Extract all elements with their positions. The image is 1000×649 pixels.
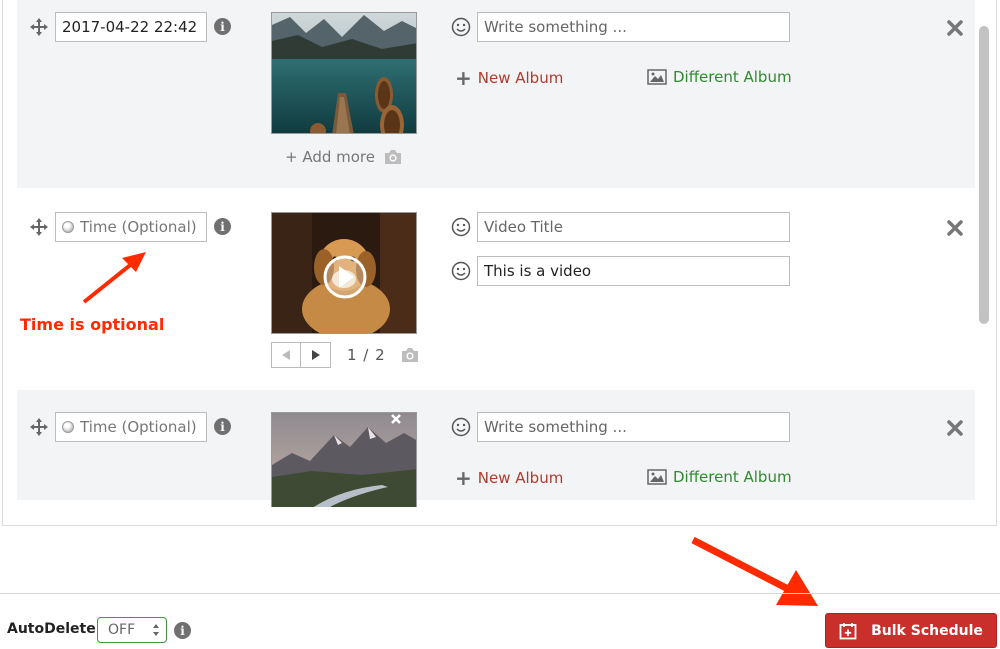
different-album-label: Different Album bbox=[673, 68, 792, 86]
description-value: This is a video bbox=[484, 262, 592, 280]
new-album-label: New Album bbox=[477, 69, 564, 87]
autodelete-label: AutoDelete bbox=[7, 621, 96, 637]
dog-video-image bbox=[272, 213, 416, 333]
plus-icon: + bbox=[455, 66, 472, 90]
new-album-button[interactable]: + New Album bbox=[455, 68, 563, 88]
image-icon bbox=[647, 69, 667, 85]
caption-input[interactable]: Write something ... bbox=[477, 412, 790, 442]
move-icon[interactable] bbox=[29, 217, 49, 237]
smiley-icon[interactable] bbox=[451, 17, 471, 37]
caption-placeholder: Write something ... bbox=[484, 418, 627, 436]
different-album-button[interactable]: Different Album bbox=[647, 68, 792, 86]
new-album-label: New Album bbox=[477, 469, 564, 487]
prev-icon bbox=[282, 350, 290, 360]
time-value: 2017-04-22 22:42 bbox=[62, 18, 198, 36]
pager-count: 1 / 2 bbox=[347, 346, 386, 364]
video-title-input[interactable]: Video Title bbox=[477, 212, 790, 242]
scrollbar[interactable] bbox=[979, 26, 989, 324]
image-icon bbox=[647, 469, 667, 485]
smiley-icon[interactable] bbox=[451, 217, 471, 237]
posts-panel: 2017-04-22 22:42 i + Add more Write some… bbox=[2, 0, 997, 526]
caption-input[interactable]: Write something ... bbox=[477, 12, 790, 42]
different-album-button[interactable]: Different Album bbox=[647, 468, 792, 486]
photo-thumbnail[interactable] bbox=[271, 12, 417, 134]
video-pager: 1 / 2 bbox=[271, 342, 420, 368]
clock-icon bbox=[62, 221, 74, 233]
autodelete-select[interactable]: OFF bbox=[97, 617, 167, 643]
description-input[interactable]: This is a video bbox=[477, 256, 790, 286]
video-thumbnail[interactable] bbox=[271, 212, 417, 334]
add-more-label: + Add more bbox=[285, 148, 375, 166]
remove-icon[interactable] bbox=[947, 220, 963, 236]
footer-divider bbox=[0, 593, 1000, 594]
add-more-button[interactable]: + Add more bbox=[285, 148, 403, 166]
info-icon[interactable]: i bbox=[174, 622, 191, 639]
new-album-button[interactable]: + New Album bbox=[455, 468, 563, 488]
prev-button[interactable] bbox=[271, 342, 301, 368]
move-icon[interactable] bbox=[29, 417, 49, 437]
remove-icon[interactable] bbox=[947, 420, 963, 436]
lake-boats-image bbox=[272, 13, 416, 133]
arrow-icon bbox=[691, 536, 818, 606]
calendar-plus-icon bbox=[839, 622, 857, 639]
autodelete-value: OFF bbox=[108, 622, 136, 638]
smiley-icon[interactable] bbox=[451, 417, 471, 437]
info-icon[interactable]: i bbox=[214, 218, 231, 235]
bulk-schedule-label: Bulk Schedule bbox=[871, 622, 983, 639]
time-placeholder: Time (Optional) bbox=[80, 218, 197, 236]
mountain-river-image bbox=[272, 413, 416, 507]
info-icon[interactable]: i bbox=[214, 18, 231, 35]
camera-icon[interactable] bbox=[400, 347, 420, 363]
next-button[interactable] bbox=[301, 342, 331, 368]
bulk-schedule-button[interactable]: Bulk Schedule bbox=[825, 613, 997, 648]
caption-placeholder: Write something ... bbox=[484, 18, 627, 36]
time-field[interactable]: 2017-04-22 22:42 bbox=[55, 12, 207, 42]
next-icon bbox=[311, 350, 320, 360]
post-row: 2017-04-22 22:42 i + Add more Write some… bbox=[17, 0, 975, 188]
select-arrows-icon bbox=[153, 624, 159, 636]
clock-icon bbox=[62, 421, 74, 433]
info-icon[interactable]: i bbox=[214, 418, 231, 435]
photo-thumbnail[interactable] bbox=[271, 412, 417, 507]
post-row: Time (Optional) i bbox=[17, 390, 975, 507]
remove-icon[interactable] bbox=[947, 20, 963, 36]
plus-icon: + bbox=[455, 466, 472, 490]
camera-icon bbox=[385, 150, 401, 164]
different-album-label: Different Album bbox=[673, 468, 792, 486]
time-field[interactable]: Time (Optional) bbox=[55, 412, 207, 442]
video-title-placeholder: Video Title bbox=[484, 218, 563, 236]
move-icon[interactable] bbox=[29, 17, 49, 37]
annotation-note: Time is optional bbox=[20, 315, 165, 334]
smiley-icon[interactable] bbox=[451, 261, 471, 281]
time-field[interactable]: Time (Optional) bbox=[55, 212, 207, 242]
post-row: Time (Optional) i bbox=[17, 188, 975, 390]
time-placeholder: Time (Optional) bbox=[80, 418, 197, 436]
